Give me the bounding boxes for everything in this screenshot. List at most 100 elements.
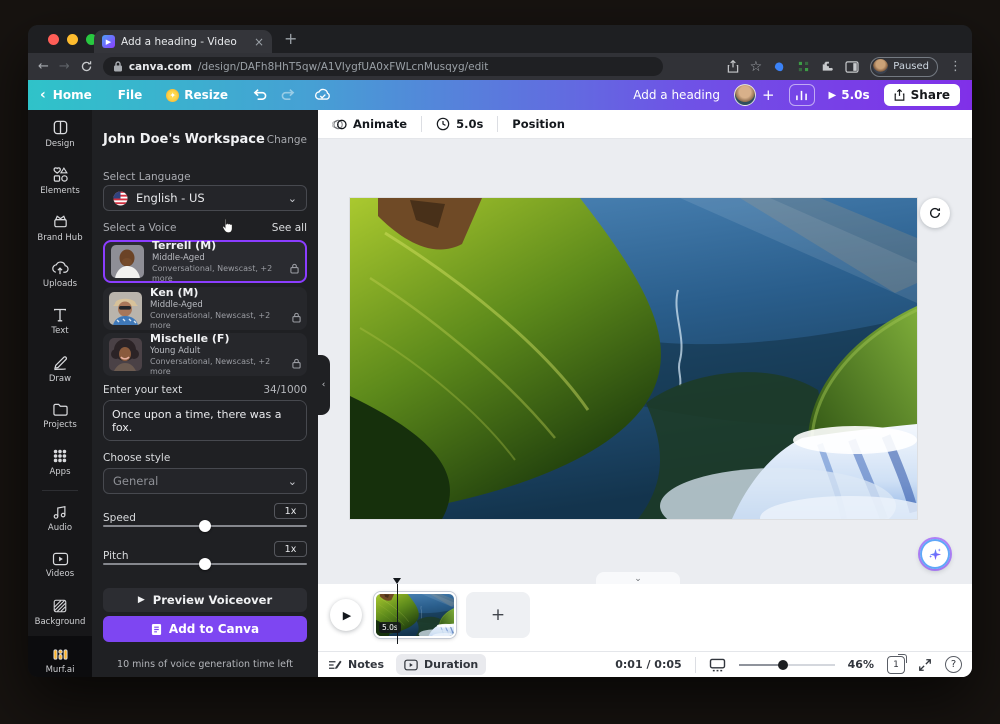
- new-tab-button[interactable]: +: [284, 29, 297, 48]
- zoom-level[interactable]: 46%: [848, 658, 874, 671]
- change-workspace-link[interactable]: Change: [267, 134, 307, 146]
- voice-name: Terrell (M): [152, 239, 282, 253]
- canvas-page-video[interactable]: [350, 198, 917, 519]
- panel-collapse-handle[interactable]: ‹: [317, 355, 330, 415]
- position-button[interactable]: Position: [512, 117, 565, 131]
- back-icon[interactable]: ←: [38, 59, 49, 74]
- sidebar-item-projects[interactable]: Projects: [28, 392, 92, 439]
- redo-icon[interactable]: [281, 88, 296, 102]
- browser-tab[interactable]: ▶ Add a heading - Video ×: [94, 30, 272, 53]
- duration-button[interactable]: Duration: [396, 654, 486, 675]
- add-page-button[interactable]: +: [466, 592, 530, 638]
- voice-label: Select a Voice: [103, 222, 176, 234]
- sidebar-item-draw[interactable]: Draw: [28, 345, 92, 392]
- forward-icon[interactable]: →: [59, 59, 70, 74]
- voiceover-text-input[interactable]: Once upon a time, there was a fox.: [103, 400, 307, 441]
- collaborators[interactable]: +: [734, 84, 775, 106]
- style-select[interactable]: General ⌄: [103, 468, 307, 494]
- sidebar-item-background[interactable]: Background: [28, 589, 92, 636]
- browser-menu-icon[interactable]: ⋮: [949, 59, 962, 74]
- traffic-minimize-button[interactable]: [67, 34, 78, 45]
- voice-card-mischelle[interactable]: Mischelle (F) Young Adult Conversational…: [103, 333, 307, 376]
- sparkle-icon: [928, 547, 943, 562]
- preview-voiceover-button[interactable]: ▶ Preview Voiceover: [103, 588, 307, 612]
- voice-card-ken[interactable]: Ken (M) Middle-Aged Conversational, News…: [103, 287, 307, 330]
- pages-button[interactable]: 1: [887, 656, 905, 674]
- extensions-puzzle-icon[interactable]: [821, 60, 834, 73]
- speed-slider-thumb[interactable]: [199, 520, 211, 532]
- see-all-link[interactable]: See all: [272, 222, 307, 234]
- chevron-down-icon: ⌄: [288, 192, 297, 205]
- draw-icon: [52, 354, 69, 371]
- regenerate-button[interactable]: [920, 198, 950, 228]
- design-icon: [52, 119, 69, 136]
- home-button[interactable]: ‹ Home: [40, 87, 92, 103]
- zoom-slider[interactable]: [739, 660, 835, 670]
- help-button[interactable]: ?: [945, 656, 962, 673]
- voice-avatar: [109, 292, 142, 325]
- language-select[interactable]: English - US ⌄: [103, 185, 307, 211]
- sidebar-item-elements[interactable]: Elements: [28, 157, 92, 204]
- share-button[interactable]: Share: [884, 84, 960, 106]
- user-avatar: [734, 84, 756, 106]
- rotate-icon: [928, 206, 942, 220]
- zoom-slider-thumb[interactable]: [778, 660, 788, 670]
- timeline-page-thumbnail[interactable]: 5.0s: [374, 592, 456, 638]
- pitch-slider[interactable]: [103, 558, 307, 570]
- tab-close-icon[interactable]: ×: [254, 35, 264, 49]
- sidebar-item-brand-hub[interactable]: Brand Hub: [28, 204, 92, 251]
- sidebar-item-apps[interactable]: Apps: [28, 439, 92, 486]
- tab-strip: ▶ Add a heading - Video × +: [28, 25, 972, 53]
- workspace-title: John Doe's Workspace: [103, 132, 265, 147]
- chevron-left-icon: ‹: [40, 87, 46, 103]
- add-to-canva-button[interactable]: Add to Canva: [103, 616, 307, 642]
- sidebar-item-text[interactable]: Text: [28, 298, 92, 345]
- fullscreen-icon[interactable]: [918, 658, 932, 672]
- timeline-playhead[interactable]: [393, 578, 402, 584]
- voice-age: Middle-Aged: [150, 300, 284, 311]
- sidebar-item-audio[interactable]: Audio: [28, 495, 92, 542]
- sidebar-item-videos[interactable]: Videos: [28, 542, 92, 589]
- magic-assistant-button[interactable]: [920, 539, 950, 569]
- clip-duration-button[interactable]: 5.0s: [436, 117, 483, 131]
- us-flag-icon: [113, 191, 128, 206]
- bookmark-star-icon[interactable]: ☆: [750, 59, 763, 75]
- share-icon[interactable]: [727, 60, 739, 73]
- clock-icon: [436, 117, 450, 131]
- sidebar-item-murfai[interactable]: Murf.ai: [28, 636, 92, 677]
- voice-card-terrell[interactable]: Terrell (M) Middle-Aged Conversational, …: [103, 240, 307, 283]
- sidebar-item-design[interactable]: Design: [28, 110, 92, 157]
- add-collaborator-icon[interactable]: +: [762, 86, 775, 104]
- speed-value-box[interactable]: 1x: [274, 503, 307, 519]
- pitch-slider-thumb[interactable]: [199, 558, 211, 570]
- notes-button[interactable]: Notes: [328, 658, 384, 671]
- lock-icon: [292, 358, 301, 369]
- notes-icon: [328, 659, 342, 671]
- present-button[interactable]: ▶ 5.0s: [829, 88, 870, 102]
- resize-button[interactable]: ✦ Resize: [166, 88, 228, 102]
- extension-dots-icon[interactable]: [797, 60, 810, 73]
- profile-paused-badge[interactable]: Paused: [870, 57, 938, 77]
- browser-window: ▶ Add a heading - Video × + ← → canva.co…: [28, 25, 972, 677]
- timeline: ▶ 5.0s +: [318, 584, 972, 651]
- speed-slider[interactable]: [103, 520, 307, 532]
- refresh-icon[interactable]: [80, 60, 93, 73]
- language-label: Select Language: [103, 171, 307, 183]
- status-bar: Notes Duration 0:01 / 0:05: [318, 651, 972, 677]
- sidebar-item-uploads[interactable]: Uploads: [28, 251, 92, 298]
- animate-button[interactable]: Animate: [332, 117, 407, 131]
- side-panel-icon[interactable]: [845, 61, 859, 73]
- mouse-cursor: [220, 218, 234, 234]
- address-bar[interactable]: canva.com/design/DAFh8HhT5qw/A1VIygfUA0x…: [103, 57, 663, 76]
- file-menu-button[interactable]: File: [118, 88, 143, 102]
- insights-button[interactable]: [789, 84, 815, 106]
- design-title[interactable]: Add a heading: [633, 88, 720, 102]
- voice-name: Mischelle (F): [150, 332, 284, 346]
- undo-icon[interactable]: [252, 88, 267, 102]
- timeline-view-icon[interactable]: [709, 658, 726, 672]
- pitch-value-box[interactable]: 1x: [274, 541, 307, 557]
- extension-blue-icon[interactable]: [773, 60, 786, 73]
- cloud-saved-icon: [314, 88, 332, 102]
- timeline-play-button[interactable]: ▶: [330, 599, 362, 631]
- traffic-close-button[interactable]: [48, 34, 59, 45]
